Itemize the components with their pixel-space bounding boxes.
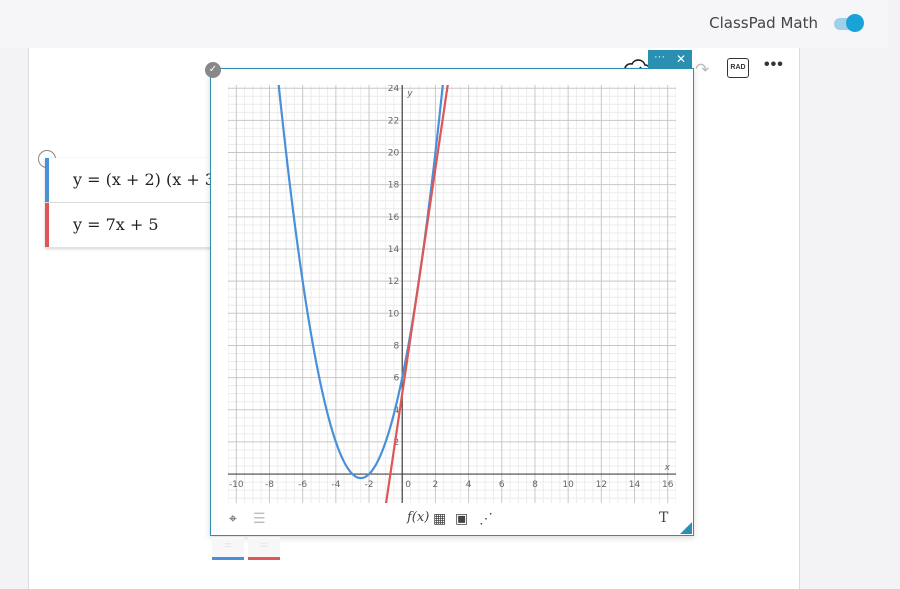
- x-tick-label: 8: [532, 480, 538, 490]
- x-tick-label: -10: [229, 480, 244, 490]
- window-check-icon[interactable]: ✓: [205, 62, 221, 78]
- rad-mode-button[interactable]: RAD: [727, 58, 749, 78]
- crosshair-icon[interactable]: ⌖: [229, 510, 237, 527]
- expression-color-bar: [45, 203, 49, 247]
- expression-list: y = (x + 2) (x + 3) y = 7x + 5: [45, 158, 221, 248]
- y-tick-label: 8: [393, 341, 399, 351]
- close-icon[interactable]: ✕: [676, 50, 686, 68]
- expression-color-bar: [45, 158, 49, 202]
- page-tab-underline: [248, 557, 280, 560]
- text-tool-icon[interactable]: T: [659, 510, 668, 526]
- y-tick-label: 20: [388, 149, 400, 159]
- x-tick-label: -4: [331, 480, 340, 490]
- resize-handle[interactable]: [680, 522, 692, 534]
- x-tick-label: -2: [365, 480, 374, 490]
- y-tick-label: 14: [388, 245, 400, 255]
- toggle-knob: [846, 14, 864, 32]
- tick-labels: -10 -8 -6 -4 -2 0 2 4 6 8 10 12 14 162468101214161820…: [229, 85, 674, 490]
- y-tick-label: 6: [393, 374, 399, 384]
- x-tick-label: 6: [499, 480, 505, 490]
- x-tick-label: 0: [405, 480, 411, 490]
- right-gutter: [888, 0, 900, 589]
- window-options-icon[interactable]: ···: [654, 48, 665, 66]
- x-axis-name: x: [664, 463, 671, 473]
- page-tab-underline: [212, 557, 244, 560]
- graph-plot[interactable]: -10 -8 -6 -4 -2 0 2 4 6 8 10 12 14 162468101214161820…: [228, 85, 676, 503]
- table-icon[interactable]: ▦: [433, 510, 446, 527]
- y-tick-label: 12: [388, 277, 399, 287]
- x-tick-label: 16: [662, 480, 674, 490]
- expression-row-2[interactable]: y = 7x + 5: [45, 203, 215, 248]
- x-tick-label: -6: [298, 480, 307, 490]
- page-tab-2[interactable]: ::::: [248, 537, 280, 560]
- x-tick-label: 14: [629, 480, 641, 490]
- window-tab[interactable]: ··· ✕: [648, 50, 692, 68]
- y-tick-label: 18: [388, 181, 400, 191]
- page-tab-1[interactable]: ::::: [212, 537, 244, 560]
- y-tick-label: 22: [388, 116, 399, 126]
- list-icon[interactable]: ☰: [253, 510, 266, 527]
- grid-minor: [228, 85, 676, 503]
- function-icon[interactable]: f(x): [407, 510, 429, 525]
- top-bar: ClassPad Math: [0, 0, 888, 48]
- image-icon[interactable]: ▣: [455, 510, 468, 527]
- expression-text[interactable]: y = 7x + 5: [73, 215, 159, 234]
- more-menu-icon[interactable]: •••: [764, 56, 784, 74]
- app-title: ClassPad Math: [709, 14, 818, 32]
- redo-icon[interactable]: ↷: [695, 60, 709, 80]
- y-tick-label: 16: [388, 213, 400, 223]
- x-tick-label: 12: [596, 480, 607, 490]
- curves: [277, 85, 449, 503]
- x-tick-label: 2: [433, 480, 439, 490]
- y-tick-label: 24: [388, 85, 400, 94]
- classpad-toggle[interactable]: [832, 14, 864, 32]
- y-tick-label: 10: [388, 309, 400, 319]
- x-tick-label: 10: [562, 480, 574, 490]
- expression-row-1[interactable]: y = (x + 2) (x + 3): [45, 158, 221, 203]
- x-tick-label: -8: [265, 480, 274, 490]
- expression-text[interactable]: y = (x + 2) (x + 3): [73, 170, 221, 189]
- page-tab-label: ::::: [260, 543, 268, 549]
- x-tick-label: 4: [466, 480, 472, 490]
- page-tab-label: ::::: [224, 543, 232, 549]
- scatter-plot-icon[interactable]: ⋰: [479, 510, 493, 527]
- y-axis-name: y: [406, 89, 413, 99]
- graph-toolbar: ⌖ ☰ f(x) ▦ ▣ ⋰ T: [211, 505, 691, 533]
